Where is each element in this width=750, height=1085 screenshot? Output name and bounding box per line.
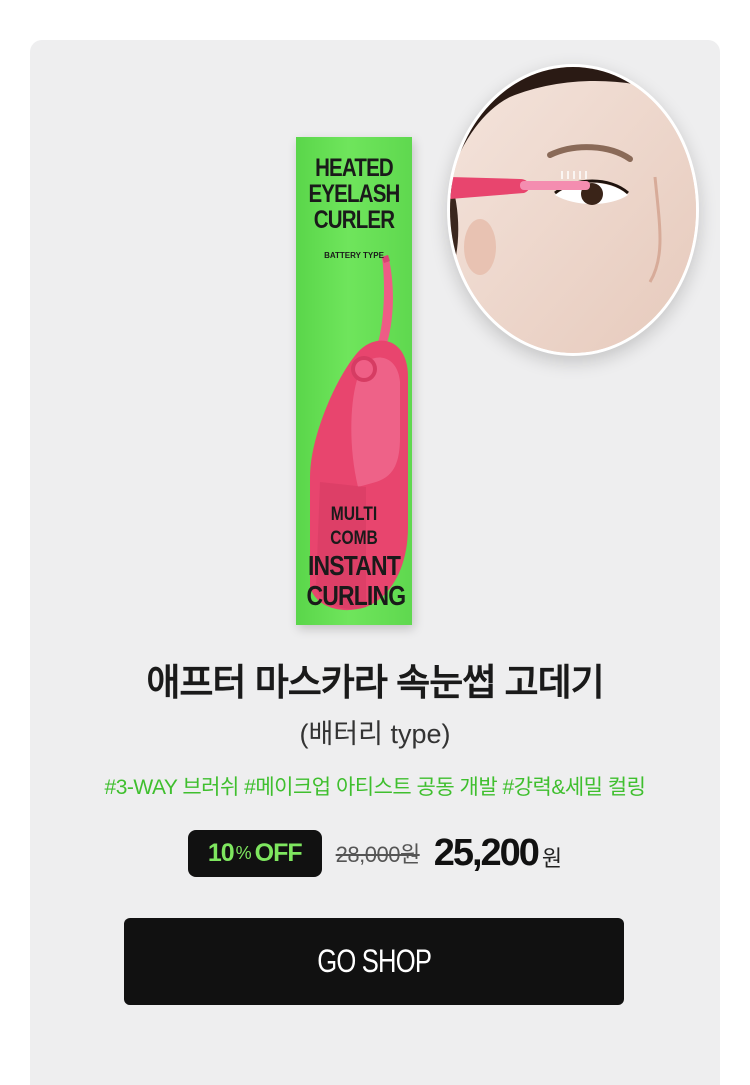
box-subtype: BATTERY TYPE: [324, 251, 384, 260]
box-line-curling: CURLING: [306, 580, 406, 611]
discount-off-label: OFF: [254, 838, 303, 867]
discount-number: 10: [207, 838, 235, 867]
original-price: 28,000원: [335, 842, 421, 867]
go-shop-label: GO SHOP: [317, 943, 432, 979]
sale-price-unit: 원: [541, 846, 563, 871]
box-top-text: HEATED EYELASH CURLER: [306, 155, 401, 233]
discount-badge: 10 % OFF: [187, 829, 322, 877]
go-shop-button[interactable]: GO SHOP: [124, 918, 624, 1005]
model-photo: [447, 64, 699, 356]
box-line-multi-comb: MULTI COMB: [330, 504, 378, 549]
box-line-instant: INSTANT: [307, 550, 401, 581]
price-row: 10 % OFF 28,000원 25,200 원: [30, 828, 720, 878]
box-line-eyelash: EYELASH: [308, 180, 400, 208]
discount-percent-sign: %: [235, 842, 252, 863]
product-hashtags: #3-WAY 브러쉬 #메이크업 아티스트 공동 개발 #강력&세밀 컬링: [104, 776, 646, 799]
box-line-curler: CURLER: [313, 206, 395, 234]
sale-price: 25,200: [433, 831, 540, 874]
box-bottom-text: MULTI COMB INSTANT CURLING: [306, 503, 406, 611]
product-title: 애프터 마스카라 속눈썹 고데기: [146, 662, 604, 703]
model-face-illustration: [450, 67, 696, 353]
box-line-heated: HEATED: [315, 154, 394, 182]
product-subtitle: (배터리 type): [299, 719, 451, 749]
product-box-image: HEATED EYELASH CURLER BATTERY TYPE MULTI…: [296, 137, 412, 625]
